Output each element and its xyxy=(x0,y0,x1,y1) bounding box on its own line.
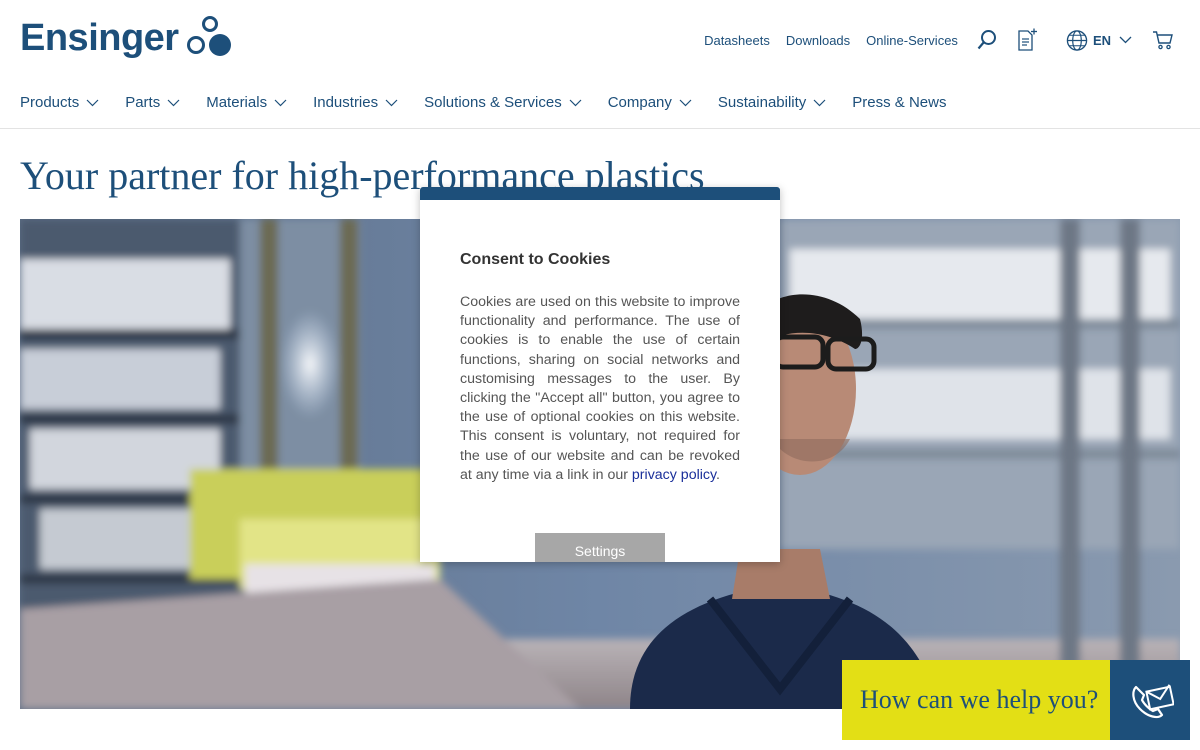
logo-text: Ensinger xyxy=(20,16,179,59)
nav-industries[interactable]: Industries xyxy=(313,94,398,111)
modal-title: Consent to Cookies xyxy=(460,251,611,268)
search-icon[interactable] xyxy=(976,29,998,51)
nav-label: Parts xyxy=(125,93,161,111)
nav-label: Company xyxy=(607,93,672,111)
nav-label: Sustainability xyxy=(717,93,807,111)
document-add-icon[interactable] xyxy=(1016,28,1038,51)
cookie-consent-modal: Consent to Cookies Cookies are used on t… xyxy=(420,187,780,562)
chevron-down-icon xyxy=(813,94,826,111)
help-widget-text[interactable]: How can we help you? xyxy=(842,660,1110,740)
chevron-down-icon xyxy=(385,94,398,111)
globe-icon xyxy=(1066,29,1088,51)
chevron-down-icon xyxy=(274,94,287,111)
logo-circles-icon xyxy=(186,14,233,62)
nav-label: Solutions & Services xyxy=(424,93,562,111)
ensinger-logo[interactable]: Ensinger xyxy=(20,14,233,62)
modal-body-text: Cookies are used on this website to impr… xyxy=(460,294,740,483)
chevron-down-icon xyxy=(679,94,692,111)
nav-products[interactable]: Products xyxy=(20,94,99,111)
help-widget[interactable]: How can we help you? xyxy=(842,660,1190,740)
nav-label: Press & News xyxy=(852,93,947,111)
utility-nav: Datasheets Downloads Online-Services EN xyxy=(688,26,1174,54)
nav-parts[interactable]: Parts xyxy=(125,94,180,111)
nav-sustainability[interactable]: Sustainability xyxy=(718,94,826,111)
downloads-link[interactable]: Downloads xyxy=(786,33,850,48)
language-selector[interactable]: EN xyxy=(1052,29,1132,51)
nav-solutions-services[interactable]: Solutions & Services xyxy=(424,94,582,111)
chevron-down-icon xyxy=(1119,31,1132,49)
language-code: EN xyxy=(1092,32,1111,48)
settings-button[interactable]: Settings xyxy=(535,533,665,562)
modal-header-bar xyxy=(420,187,780,200)
chevron-down-icon xyxy=(569,94,582,111)
main-nav: Products Parts Materials Industries Solu… xyxy=(20,92,973,112)
online-services-link[interactable]: Online-Services xyxy=(866,33,958,48)
nav-label: Materials xyxy=(206,93,268,111)
nav-divider xyxy=(0,128,1200,129)
datasheets-link[interactable]: Datasheets xyxy=(704,33,770,48)
chevron-down-icon xyxy=(167,94,180,111)
nav-materials[interactable]: Materials xyxy=(206,94,287,111)
nav-label: Products xyxy=(20,93,80,111)
nav-press-news[interactable]: Press & News xyxy=(852,94,946,111)
chevron-down-icon xyxy=(86,94,99,111)
nav-label: Industries xyxy=(313,93,379,111)
phone-mail-icon[interactable] xyxy=(1110,660,1190,740)
privacy-policy-link[interactable]: privacy policy xyxy=(632,467,716,483)
cookie-body-text: Cookies are used on this website to impr… xyxy=(460,294,740,483)
cart-icon[interactable] xyxy=(1152,29,1174,51)
nav-company[interactable]: Company xyxy=(608,94,692,111)
